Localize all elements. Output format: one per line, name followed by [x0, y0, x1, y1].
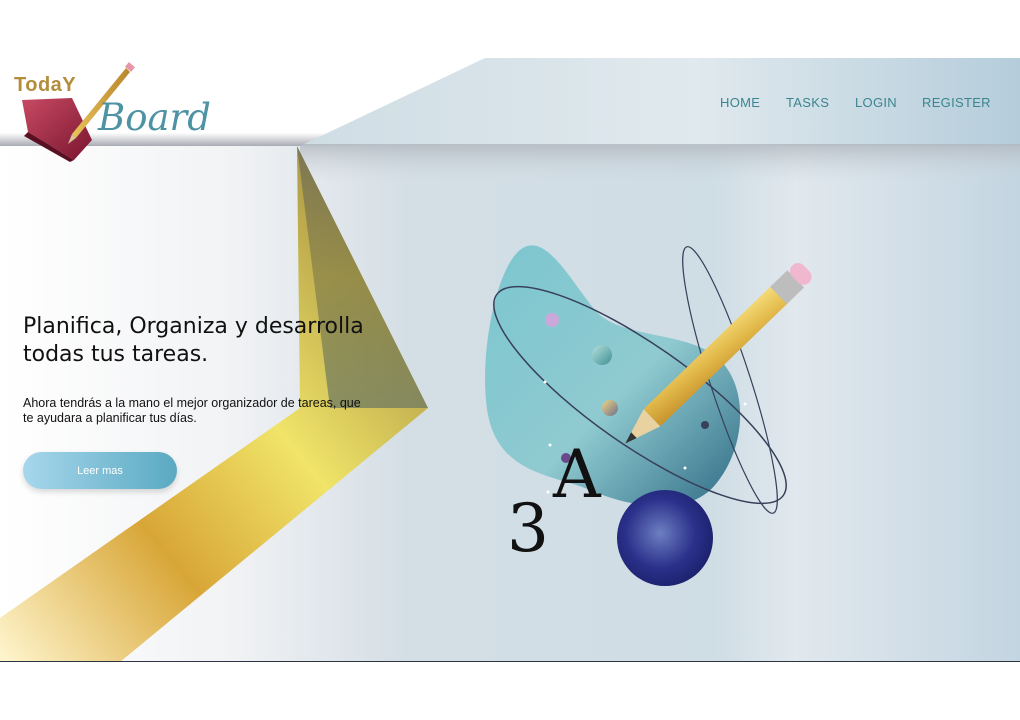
hero-title: Planifica, Organiza y desarrolla todas t… [23, 313, 403, 369]
nav-home[interactable]: HOME [720, 95, 760, 110]
hero-title-line1: Planifica, Organiza y desarrolla [23, 314, 364, 339]
bottom-border [0, 661, 1020, 662]
hero-subtitle: Ahora tendrás a la mano el mejor organiz… [23, 396, 361, 425]
logo-today-text: TodaY [14, 74, 77, 96]
planet-icon [617, 490, 713, 586]
nav-register[interactable]: REGISTER [922, 95, 991, 110]
letter-a: A [553, 436, 601, 513]
nav-tasks[interactable]: TASKS [786, 95, 829, 110]
digit-3: 3 [507, 490, 549, 567]
logo-board-text: Board [98, 96, 211, 139]
hero-title-line2: todas tus tareas. [23, 342, 209, 367]
read-more-button[interactable]: Leer mas [23, 452, 177, 489]
nav-login[interactable]: LOGIN [855, 95, 897, 110]
